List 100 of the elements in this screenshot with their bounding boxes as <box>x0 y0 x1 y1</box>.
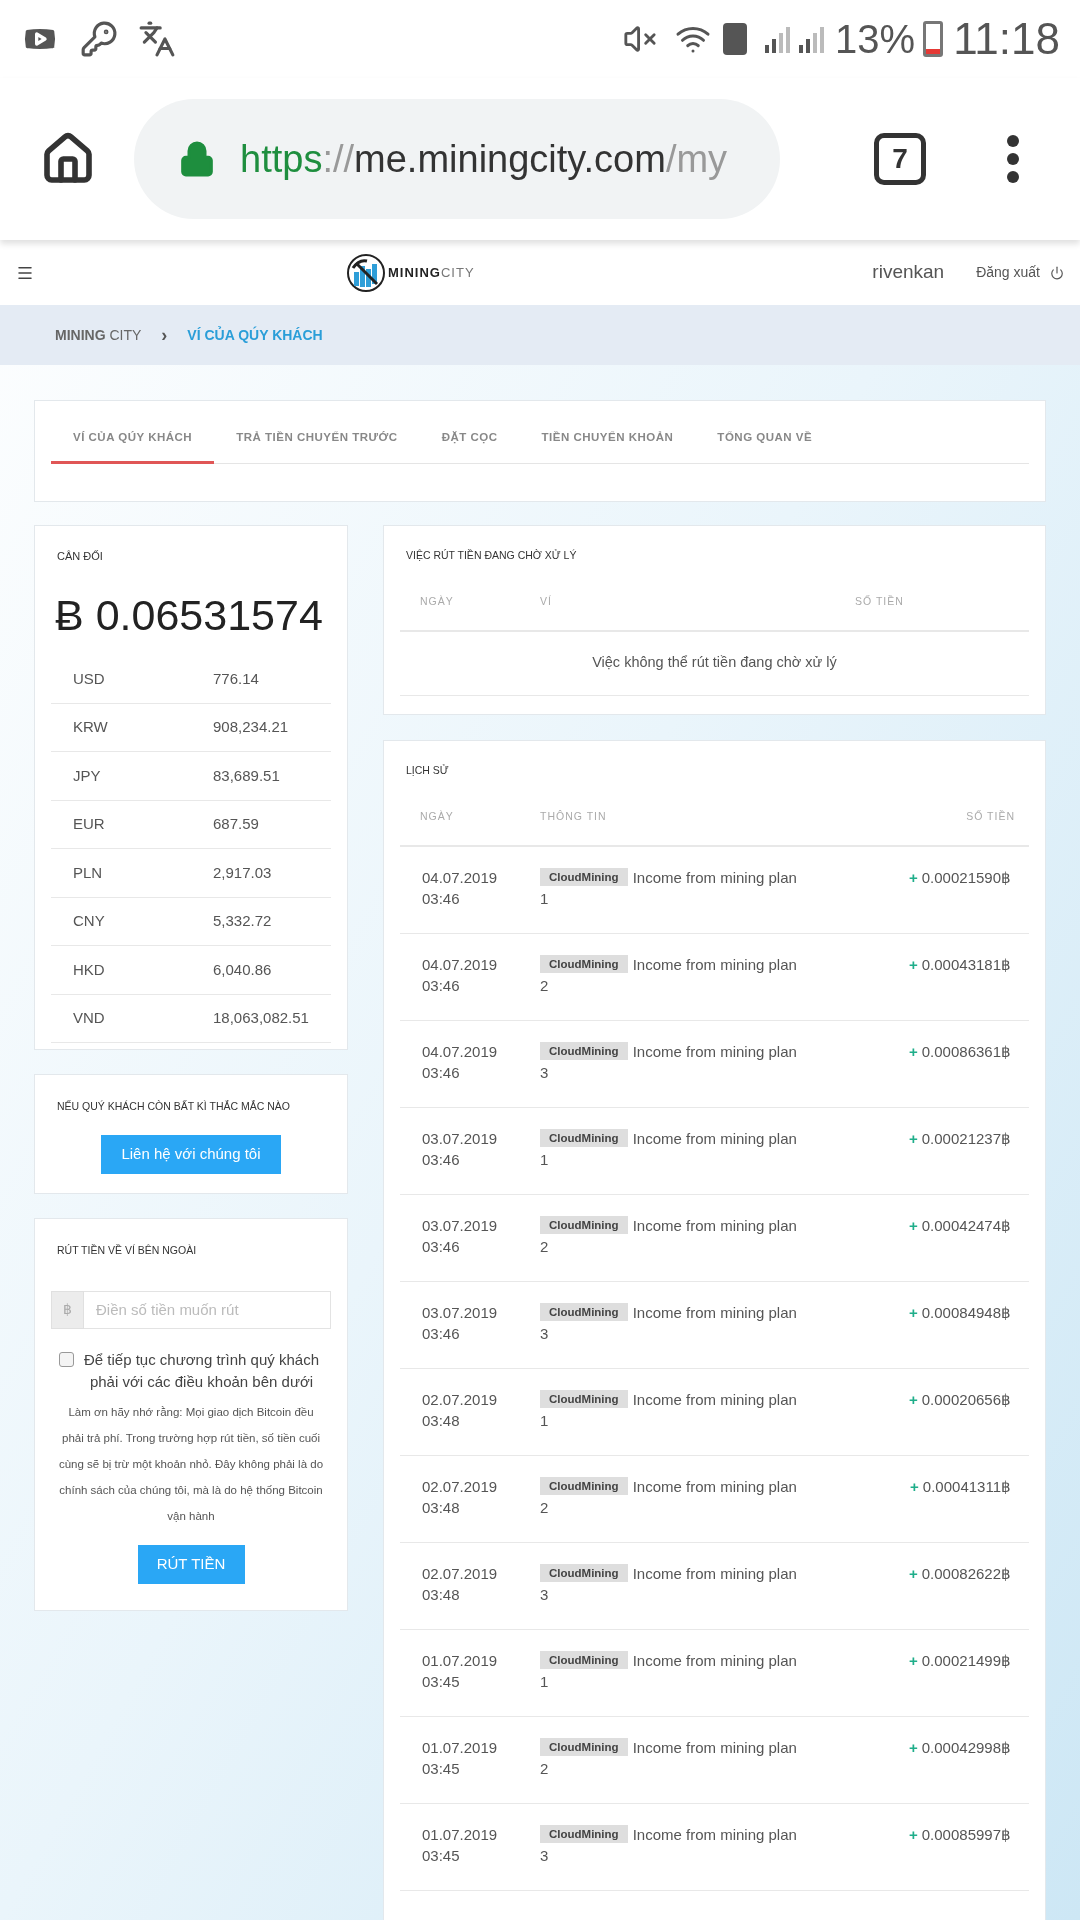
transaction-date: 02.07.2019 <box>422 1476 499 1497</box>
column-header: SỐ TIỀN <box>966 808 1016 824</box>
plan-number: 3 <box>540 1845 549 1866</box>
url-field[interactable]: https://me.miningcity.com/my <box>134 99 780 219</box>
transaction-amount: 0.00041311฿ <box>922 1476 1011 1497</box>
currency-value: 776.14 <box>213 668 259 689</box>
translate-icon <box>138 20 176 58</box>
currency-value: 18,063,082.51 <box>213 1008 309 1028</box>
category-tag: CloudMining <box>540 1303 628 1322</box>
transaction-date: 03.07.2019 <box>422 1215 499 1236</box>
transaction-info: Income from mining plan <box>632 1215 797 1236</box>
transaction-info: Income from mining plan <box>632 1824 797 1845</box>
transaction-info: Income from mining plan <box>632 1563 797 1584</box>
currency-code: KRW <box>72 717 109 737</box>
transaction-amount: 0.00020656฿ <box>921 1389 1011 1410</box>
transaction-date: 04.07.2019 <box>422 1041 499 1062</box>
transaction-time: 03:46 <box>422 1323 461 1344</box>
plan-number: 2 <box>540 1497 549 1518</box>
transaction-amount: 0.00042998฿ <box>921 1737 1011 1758</box>
plus-sign: + <box>909 1563 918 1584</box>
breadcrumb-link[interactable]: MINING CITY <box>55 324 142 346</box>
transaction-date: 04.07.2019 <box>422 867 499 888</box>
column-header: VÍ <box>540 593 553 609</box>
plus-sign: + <box>909 1389 918 1410</box>
plus-sign: + <box>909 1215 918 1236</box>
plus-sign: + <box>909 1824 918 1845</box>
transaction-info: Income from mining plan <box>632 1650 797 1671</box>
currency-code: CNY <box>72 911 106 931</box>
plus-sign: + <box>909 1041 918 1062</box>
withdraw-button[interactable]: RÚT TIỀN <box>137 1544 245 1584</box>
currency-value: 83,689.51 <box>213 765 280 786</box>
transaction-time: 03:48 <box>422 1410 461 1431</box>
currency-code: JPY <box>72 765 102 786</box>
plan-number: 2 <box>540 1758 549 1779</box>
plus-sign: + <box>910 1476 919 1497</box>
transaction-date: 01.07.2019 <box>422 1824 499 1845</box>
card-title: CÂN ĐỐI <box>56 549 104 564</box>
tab-count-button[interactable]: 7 <box>874 133 926 185</box>
tab[interactable]: TRẢ TIỀN CHUYỂN TRƯỚC <box>214 429 420 465</box>
bitcoin-prefix: ฿ <box>51 1290 84 1329</box>
column-header: NGÀY <box>419 808 455 824</box>
transaction-time: 03:48 <box>422 1584 461 1605</box>
currency-code: EUR <box>72 814 106 834</box>
lock-icon <box>178 140 216 178</box>
username[interactable]: rivenkan <box>872 258 945 287</box>
category-tag: CloudMining <box>540 1390 628 1409</box>
currency-value: 6,040.86 <box>213 959 272 980</box>
currency-code: USD <box>72 668 106 689</box>
category-tag: CloudMining <box>540 1651 628 1670</box>
transaction-amount: 0.00084948฿ <box>921 1302 1011 1323</box>
battery-icon <box>923 21 944 57</box>
clock-time: 11:18 <box>953 13 1060 65</box>
tab[interactable]: TIỀN CHUYỂN KHOẢN <box>519 429 696 465</box>
card-title: NẾU QUÝ KHÁCH CÒN BẤT KÌ THẮC MẮC NÀO <box>57 1099 290 1114</box>
transaction-date: 03.07.2019 <box>422 1302 499 1323</box>
category-tag: CloudMining <box>540 1042 628 1061</box>
logout-link[interactable]: Đăng xuất <box>976 262 1064 283</box>
card-title: RÚT TIỀN VỀ VÍ BÊN NGOÀI <box>56 1243 197 1258</box>
logo-text: MININGCITY <box>388 263 475 282</box>
contact-button[interactable]: Liên hệ với chúng tôi <box>101 1134 281 1174</box>
transaction-date: 01.07.2019 <box>422 1737 499 1758</box>
transaction-amount: 0.00043181฿ <box>921 954 1011 975</box>
tab[interactable]: ĐẶT CỌC <box>419 429 520 465</box>
breadcrumb-link[interactable]: VÍ CỦA QÚY KHÁCH <box>187 324 323 346</box>
transaction-date: 01.07.2019 <box>422 1650 499 1671</box>
currency-code: PLN <box>72 862 104 883</box>
empty-message: Việc không thể rút tiền đang chờ xử lý <box>400 631 1029 696</box>
transaction-amount: 0.00021590฿ <box>921 867 1011 888</box>
transaction-info: Income from mining plan <box>632 867 797 888</box>
more-icon[interactable] <box>1006 134 1020 184</box>
fee-note: Làm ơn hãy nhớ rằng: Mọi giao dịch Bitcoin đều phải trả phí. Trong trường hợp rút tiền, số tiền cuối cùng sẽ bị trừ một khoản nhỏ. Đây không phải là do chính sách của chúng tôi, mà là do hệ thống Bitcoin vận hành <box>57 1404 325 1524</box>
transaction-time: 03:46 <box>422 975 461 996</box>
category-tag: CloudMining <box>540 1564 628 1583</box>
tab[interactable]: VÍ CỦA QÚY KHÁCH <box>51 429 215 465</box>
tab[interactable]: TỔNG QUAN VỀ <box>695 429 835 465</box>
power-icon <box>1050 265 1064 280</box>
category-tag: CloudMining <box>540 1216 628 1235</box>
currency-value: 908,234.21 <box>213 717 289 737</box>
transaction-info: Income from mining plan <box>632 1041 797 1062</box>
transaction-time: 03:45 <box>422 1845 461 1866</box>
card-title: VIỆC RÚT TIỀN ĐANG CHỜ XỬ LÝ <box>405 548 578 563</box>
terms-checkbox[interactable] <box>59 1351 74 1367</box>
category-tag: CloudMining <box>540 1129 628 1148</box>
plan-number: 2 <box>540 1236 549 1257</box>
plan-number: 1 <box>540 1671 549 1692</box>
transaction-info: Income from mining plan <box>632 1737 797 1758</box>
transaction-time: 03:46 <box>422 1236 461 1257</box>
plan-number: 1 <box>540 888 549 909</box>
transaction-time: 03:46 <box>422 1149 461 1170</box>
plus-sign: + <box>909 1128 918 1149</box>
transaction-amount: 0.00042474฿ <box>921 1215 1011 1236</box>
amount-field[interactable]: Điền số tiền muốn rút <box>84 1290 331 1329</box>
logo-icon <box>347 253 385 292</box>
plan-number: 1 <box>540 1149 549 1170</box>
plus-sign: + <box>909 867 918 888</box>
transaction-info: Income from mining plan <box>632 1128 797 1149</box>
transaction-date: 04.07.2019 <box>422 954 499 975</box>
column-header: THÔNG TIN <box>540 808 608 824</box>
category-tag: CloudMining <box>540 868 628 887</box>
plan-number: 3 <box>540 1584 549 1605</box>
